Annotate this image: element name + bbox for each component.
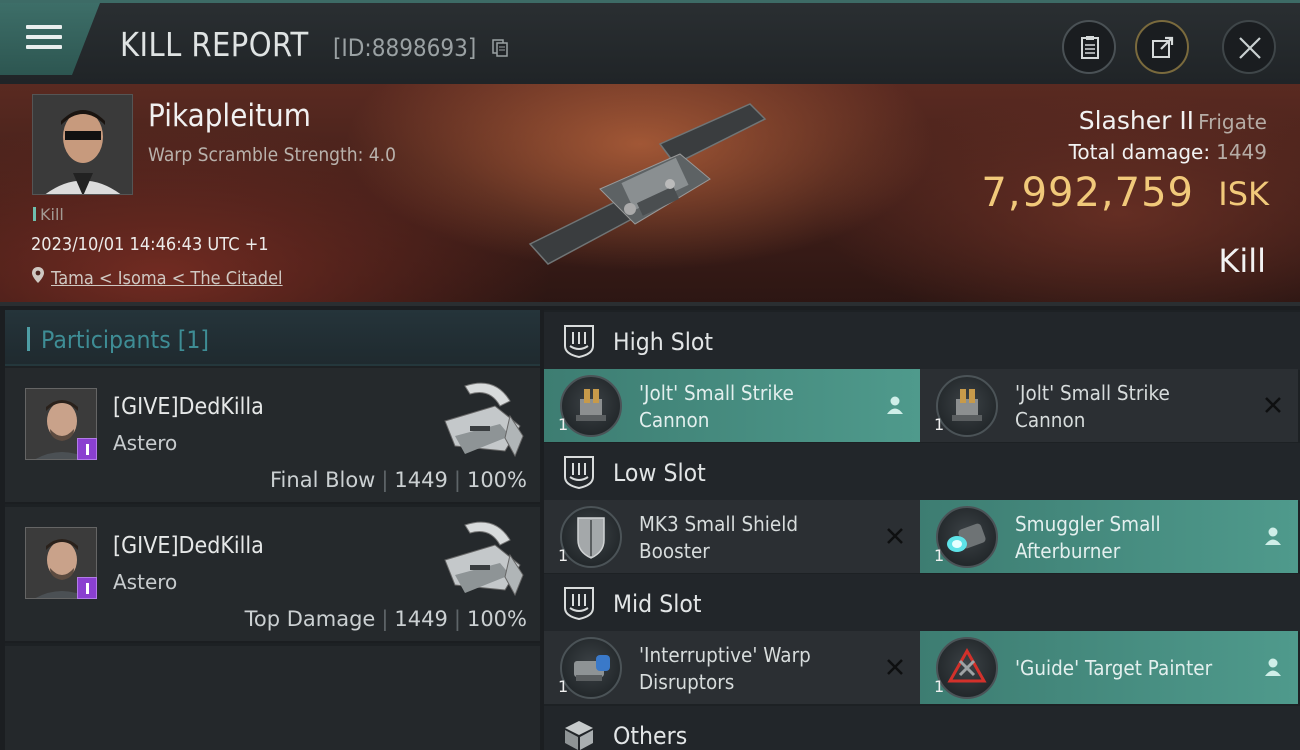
location-pin-icon	[32, 267, 44, 283]
others-slot-header: Others	[544, 706, 1300, 750]
participant-name: [GIVE]DedKilla	[113, 394, 264, 420]
module-name: 'Jolt' Small Strike Cannon	[639, 381, 794, 432]
high-slot-icon	[564, 325, 594, 358]
module-item[interactable]: 1 'Interruptive' Warp Disruptors	[544, 631, 920, 704]
dropped-person-icon	[887, 396, 903, 414]
share-icon	[1152, 36, 1174, 58]
victim-banner: Pikapleitum Warp Scramble Strength: 4.0 …	[0, 84, 1300, 306]
module-item[interactable]: 1 'Guide' Target Painter	[920, 631, 1298, 704]
astero-ship-icon	[444, 521, 524, 597]
low-slot-title: Low Slot	[613, 459, 706, 487]
victim-name[interactable]: Pikapleitum	[148, 98, 311, 134]
participants-panel: Participants [1] [GIVE]DedKilla Astero F…	[5, 310, 540, 750]
header-bar: KILL REPORT [ID:8898693]	[0, 0, 1300, 84]
mid-slot-header: Mid Slot	[544, 574, 1300, 632]
corp-badge-icon	[77, 577, 97, 599]
destroyed-x-icon	[887, 528, 903, 544]
small-strike-cannon-icon	[936, 375, 998, 437]
corp-badge-icon	[77, 438, 97, 460]
participants-label: Participants [1]	[41, 326, 210, 354]
participants-empty-space	[5, 646, 540, 750]
module-item[interactable]: 1 MK3 Small Shield Booster	[544, 500, 920, 573]
afterburner-icon	[936, 506, 998, 568]
mid-slot-icon	[564, 587, 594, 620]
victim-portrait[interactable]	[32, 94, 133, 195]
victim-ship-image	[528, 103, 767, 265]
total-damage: Total damage: 1449	[1068, 140, 1267, 164]
hamburger-menu-icon	[26, 25, 62, 53]
low-slot-icon	[564, 456, 594, 489]
participant-stats: Top Damage | 1449 | 100%	[244, 607, 527, 631]
module-item[interactable]: 1 'Jolt' Small Strike Cannon	[544, 369, 920, 442]
participant-ship: Astero	[113, 431, 178, 455]
astero-ship-icon	[444, 382, 524, 458]
clipboard-icon	[1081, 36, 1099, 59]
kill-result: Kill	[1218, 242, 1266, 280]
kill-type-tag: Kill	[33, 205, 64, 224]
victim-ship-name[interactable]: Slasher II Frigate	[1079, 106, 1267, 135]
module-item[interactable]: 1 'Jolt' Small Strike Cannon	[920, 369, 1298, 442]
cargo-box-icon	[565, 721, 593, 750]
page-title: KILL REPORT	[120, 25, 309, 64]
low-slot-header: Low Slot	[544, 443, 1300, 501]
dropped-person-icon	[1265, 658, 1281, 676]
module-name: 'Interruptive' Warp Disruptors	[639, 643, 811, 694]
fitting-panel: High Slot 1 'Jolt' Small Strike Cannon 1…	[544, 310, 1300, 750]
destroyed-x-icon	[887, 659, 903, 675]
close-icon	[1239, 37, 1261, 59]
dropped-person-icon	[1265, 527, 1281, 545]
module-name: 'Guide' Target Painter	[1015, 656, 1213, 680]
destroyed-x-icon	[1265, 397, 1281, 413]
module-name: MK3 Small Shield Booster	[639, 512, 799, 563]
menu-button[interactable]	[0, 3, 100, 75]
high-slot-title: High Slot	[613, 328, 714, 356]
module-name: Smuggler Small Afterburner	[1015, 512, 1161, 563]
kill-location-link[interactable]: Tama < Isoma < The Citadel	[31, 266, 308, 289]
report-button[interactable]	[1062, 20, 1116, 74]
mid-slot-title: Mid Slot	[613, 590, 702, 618]
victim-subtitle: Warp Scramble Strength: 4.0	[148, 144, 396, 166]
isk-value: 7,992,759	[981, 170, 1194, 216]
share-button[interactable]	[1135, 20, 1189, 74]
others-slot-title: Others	[613, 722, 688, 750]
participant-row[interactable]: [GIVE]DedKilla Astero Final Blow | 1449 | 10…	[5, 368, 540, 504]
module-name: 'Jolt' Small Strike Cannon	[1015, 381, 1170, 432]
kill-timestamp: 2023/10/01 14:46:43 UTC +1	[31, 234, 269, 255]
participant-row[interactable]: [GIVE]DedKilla Astero Top Damage | 1449 | 10…	[5, 507, 540, 643]
warp-disruptor-icon	[560, 637, 622, 699]
participant-stats: Final Blow | 1449 | 100%	[270, 468, 527, 492]
small-strike-cannon-icon	[560, 375, 622, 437]
report-id: [ID:8898693]	[333, 34, 477, 62]
close-button[interactable]	[1222, 20, 1276, 74]
module-item[interactable]: 1 Smuggler Small Afterburner	[920, 500, 1298, 573]
isk-unit: ISK	[1218, 175, 1269, 213]
target-painter-icon	[936, 637, 998, 699]
shield-booster-icon	[560, 506, 622, 568]
copy-icon[interactable]	[492, 39, 508, 57]
participant-ship: Astero	[113, 570, 178, 594]
high-slot-header: High Slot	[544, 312, 1300, 370]
participants-header: Participants [1]	[5, 310, 540, 366]
participant-name: [GIVE]DedKilla	[113, 533, 264, 559]
